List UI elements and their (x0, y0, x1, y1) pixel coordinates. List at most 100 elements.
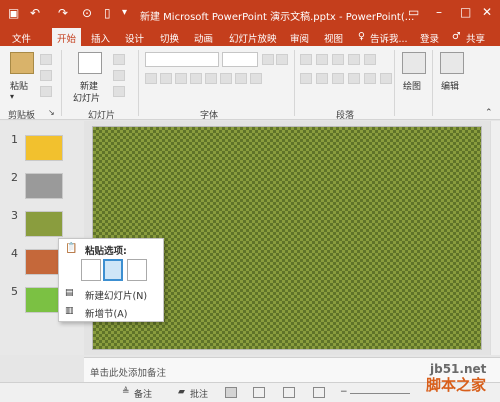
reading-view-icon[interactable] (283, 387, 295, 398)
close-icon[interactable]: ✕ (482, 5, 492, 19)
shadow-icon[interactable] (190, 73, 202, 84)
font-color-icon[interactable] (250, 73, 262, 84)
tab-view[interactable]: 视图 (324, 31, 343, 45)
tell-me-box[interactable]: 告诉我... (370, 31, 408, 45)
tab-design[interactable]: 设计 (125, 31, 144, 45)
justify-icon[interactable] (348, 73, 360, 84)
tab-review[interactable]: 审阅 (290, 31, 309, 45)
paste-picture-icon[interactable] (127, 259, 147, 281)
ribbon-options-icon[interactable]: ▭ (408, 5, 419, 19)
format-painter-icon[interactable] (40, 86, 52, 97)
shrink-font-icon[interactable] (276, 54, 288, 65)
share-icon[interactable]: ♂ (452, 31, 461, 42)
font-name-combo[interactable] (145, 52, 219, 67)
align-left-icon[interactable] (300, 73, 312, 84)
notes-placeholder: 单击此处添加备注 (90, 368, 167, 379)
slide-thumbnail-2[interactable] (25, 173, 63, 199)
undo-icon[interactable]: ↶ (30, 6, 40, 20)
new-slide-menu-icon: ▤ (65, 288, 74, 298)
new-slide-label-2[interactable]: 幻灯片 (73, 91, 100, 104)
maximize-icon[interactable]: □ (460, 5, 471, 19)
slide-number: 3 (11, 209, 18, 222)
slide-thumbnail-3[interactable] (25, 211, 63, 237)
copy-icon[interactable] (40, 70, 52, 81)
draw-icon[interactable] (402, 52, 426, 74)
vertical-scrollbar[interactable] (490, 121, 500, 355)
find-icon[interactable] (440, 52, 464, 74)
slide-number: 4 (11, 247, 18, 260)
status-bar: ≜ 备注 ▰ 批注 − (0, 382, 500, 402)
tab-slideshow[interactable]: 幻灯片放映 (229, 31, 277, 45)
divider (432, 50, 433, 116)
paste-icon[interactable] (10, 52, 34, 74)
font-size-combo[interactable] (222, 52, 258, 67)
zoom-out-icon[interactable]: − (340, 387, 348, 397)
slide-number: 5 (11, 285, 18, 298)
login-link[interactable]: 登录 (420, 31, 439, 45)
comments-button[interactable]: 批注 (190, 387, 208, 400)
tell-me-icon[interactable]: ♀ (358, 31, 365, 42)
line-spacing-icon[interactable] (364, 54, 376, 65)
divider (394, 50, 395, 116)
divider (61, 50, 62, 116)
zoom-slider[interactable] (350, 393, 410, 394)
new-slide-icon[interactable] (78, 52, 102, 74)
reset-icon[interactable] (113, 70, 125, 81)
group-clipboard: 剪贴板 (8, 111, 36, 121)
paste-dropdown-icon[interactable]: ▾ (10, 92, 14, 101)
menu-item-new-slide[interactable]: 新建幻灯片(N) (85, 288, 147, 302)
align-center-icon[interactable] (316, 73, 328, 84)
edit-label[interactable]: 编辑 (441, 79, 459, 92)
tab-home[interactable]: 开始 (52, 28, 82, 46)
customize-icon[interactable]: ▾ (122, 6, 127, 20)
presenter-icon[interactable]: ⊙ (82, 6, 92, 20)
paste-keep-source-formatting-icon[interactable] (103, 259, 123, 281)
tab-insert[interactable]: 插入 (91, 31, 110, 45)
save-icon[interactable]: ▣ (8, 6, 19, 20)
notes-toggle-button[interactable]: 备注 (134, 387, 152, 400)
paste-use-destination-theme-icon[interactable] (81, 259, 101, 281)
watermark-brand: 脚本之家 (426, 376, 487, 394)
tab-animations[interactable]: 动画 (194, 31, 213, 45)
context-menu: 📋 粘贴选项: ▤ 新建幻灯片(N) ▥ 新增节(A) (58, 238, 164, 322)
cut-icon[interactable] (40, 54, 52, 65)
change-case-icon[interactable] (235, 73, 247, 84)
minimize-icon[interactable]: – (436, 5, 442, 19)
share-button[interactable]: 共享 (466, 31, 485, 45)
spacing-icon[interactable] (220, 73, 232, 84)
decrease-indent-icon[interactable] (332, 54, 344, 65)
increase-indent-icon[interactable] (348, 54, 360, 65)
slide-thumbnail-1[interactable] (25, 135, 63, 161)
slide-number: 1 (11, 133, 18, 146)
divider (294, 50, 295, 116)
tab-file[interactable]: 文件 (12, 31, 31, 45)
columns-icon[interactable] (364, 73, 376, 84)
normal-view-icon[interactable] (225, 387, 237, 398)
slide-sorter-icon[interactable] (253, 387, 265, 398)
italic-icon[interactable] (160, 73, 172, 84)
slideshow-icon[interactable] (313, 387, 325, 398)
tab-transitions[interactable]: 切换 (160, 31, 179, 45)
new-file-icon[interactable]: ▯ (104, 6, 111, 20)
bold-icon[interactable] (145, 73, 157, 84)
section-icon[interactable] (113, 86, 125, 97)
numbering-icon[interactable] (316, 54, 328, 65)
ribbon-tabs: 文件 开始 插入 设计 切换 动画 幻灯片放映 审阅 视图 ♀ 告诉我... 登… (0, 28, 500, 46)
paste-options-header: 粘贴选项: (85, 246, 127, 257)
draw-label[interactable]: 绘图 (403, 79, 421, 92)
slide-number: 2 (11, 171, 18, 184)
grow-font-icon[interactable] (262, 54, 274, 65)
notes-toggle-icon[interactable]: ≜ (122, 387, 130, 397)
clipboard-launcher-icon[interactable]: ↘ (48, 108, 55, 117)
menu-item-add-section[interactable]: 新增节(A) (85, 306, 127, 320)
text-direction-icon[interactable] (380, 73, 392, 84)
strikethrough-icon[interactable] (205, 73, 217, 84)
comments-icon[interactable]: ▰ (178, 387, 185, 397)
divider (138, 50, 139, 116)
align-right-icon[interactable] (332, 73, 344, 84)
layout-icon[interactable] (113, 54, 125, 65)
redo-icon[interactable]: ↷ (58, 6, 68, 20)
bullets-icon[interactable] (300, 54, 312, 65)
collapse-ribbon-icon[interactable]: ⌃ (485, 108, 493, 118)
underline-icon[interactable] (175, 73, 187, 84)
